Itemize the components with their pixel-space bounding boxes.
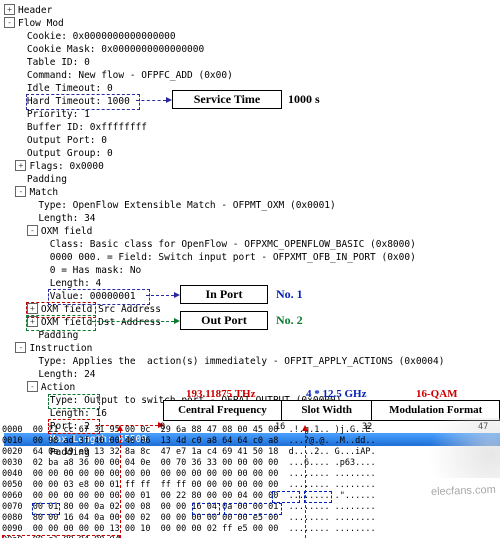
ruler-47: 47: [478, 421, 488, 434]
tree-oxm-field2: 0000 000. = Field: Switch input port - O…: [4, 251, 500, 264]
tree-instruction[interactable]: -Instruction: [4, 342, 500, 355]
tree-cookie-mask: Cookie Mask: 0x0000000000000000: [4, 43, 500, 56]
value-service-time: 1000 s: [288, 93, 320, 106]
tree-oxm-mask: 0 = Has mask: No: [4, 264, 500, 277]
arrow-head-icon: [302, 425, 308, 431]
hex-outline-0004: [272, 491, 300, 503]
arrow-hex-to-table: [120, 430, 121, 538]
tree-oxm-class: Class: Basic class for OpenFlow - OFPXMC…: [4, 238, 500, 251]
tree-output-port: Output Port: 0: [4, 134, 500, 147]
watermark-text: elecfans.com: [431, 484, 496, 499]
label-service-time: Service Time: [172, 90, 282, 109]
label-out-port: Out Port: [180, 311, 268, 330]
tree-flags[interactable]: +Flags: 0x0000: [4, 160, 500, 173]
tree-match-type: Type: OpenFlow Extensible Match - OFPMT_…: [4, 199, 500, 212]
hex-dump[interactable]: 0000 00 21 cc 67 31 95 00 0c 29 6a 88 47…: [2, 425, 376, 538]
tree-instr-type: Type: Applies the action(s) immediately …: [4, 355, 500, 368]
collapse-icon[interactable]: -: [27, 381, 38, 392]
tree-priority: Priority: 1: [4, 108, 500, 121]
value-out-port: No. 2: [276, 314, 303, 327]
hex-outline-0001: [32, 503, 60, 515]
value-in-port: No. 1: [276, 288, 303, 301]
tree-flowmod[interactable]: -Flow Mod: [4, 17, 500, 30]
tree-oxm-field[interactable]: -OXM field: [4, 225, 500, 238]
hex-outline-0000: [304, 491, 332, 503]
tree-table-id: Table ID: 0: [4, 56, 500, 69]
arrow-hex-to-table-2: [305, 430, 306, 538]
hex-row: 0050 00 00 03 e8 00 01 ff ff ff ff 00 00…: [2, 480, 376, 491]
hex-outline-0a000001: [224, 503, 282, 515]
tree-command: Command: New flow - OFPFC_ADD (0x00): [4, 69, 500, 82]
tree-padding-2: Padding: [4, 329, 500, 342]
tree-output-group: Output Group: 0: [4, 147, 500, 160]
collapse-icon[interactable]: -: [4, 17, 15, 28]
tree-buffer-id: Buffer ID: 0xffffffff: [4, 121, 500, 134]
expand-icon[interactable]: +: [27, 303, 38, 314]
cell-mod-format: Modulation Format: [372, 401, 500, 421]
hex-row: 0020 64 0a 19 e9 13 32 8a 8c 47 e7 1a c4…: [2, 447, 376, 458]
collapse-icon[interactable]: -: [15, 186, 26, 197]
arrow-outport: [92, 321, 174, 322]
expand-icon[interactable]: +: [4, 4, 15, 15]
hex-row: 0000 00 21 cc 67 31 95 00 0c 29 6a 88 47…: [2, 425, 376, 436]
tree-instr-len: Length: 24: [4, 368, 500, 381]
tree-header[interactable]: +Header: [4, 4, 500, 17]
tree-match-len: Length: 34: [4, 212, 500, 225]
cell-slot-width: Slot Width: [281, 401, 372, 421]
label-in-port: In Port: [180, 285, 268, 304]
hex-row: 0090 00 00 00 00 00 13 00 10 00 00 00 02…: [2, 524, 376, 535]
arrow-head-icon: [117, 425, 123, 431]
arrow-inport: [146, 295, 174, 296]
tree-padding-1: Padding: [4, 173, 500, 186]
expand-icon[interactable]: +: [15, 160, 26, 171]
annotation-table: Central Frequency Slot Width Modulation …: [163, 400, 500, 421]
arrow-service-time: [136, 100, 166, 101]
hex-row: 0010 00 98 ad 3f 40 00 40 06 13 4d c0 a8…: [2, 436, 376, 447]
collapse-icon[interactable]: -: [15, 342, 26, 353]
tree-cookie: Cookie: 0x0000000000000000: [4, 30, 500, 43]
expand-icon[interactable]: +: [27, 316, 38, 327]
cell-central-freq: Central Frequency: [164, 401, 282, 421]
collapse-icon[interactable]: -: [27, 225, 38, 236]
tree-match[interactable]: -Match: [4, 186, 500, 199]
hex-row: 0030 02 ba a8 36 00 00 04 0e 00 70 36 33…: [2, 458, 376, 469]
hex-outline-1604: [192, 503, 220, 515]
hex-row: 0040 00 00 00 00 00 00 00 00 00 00 00 00…: [2, 469, 376, 480]
